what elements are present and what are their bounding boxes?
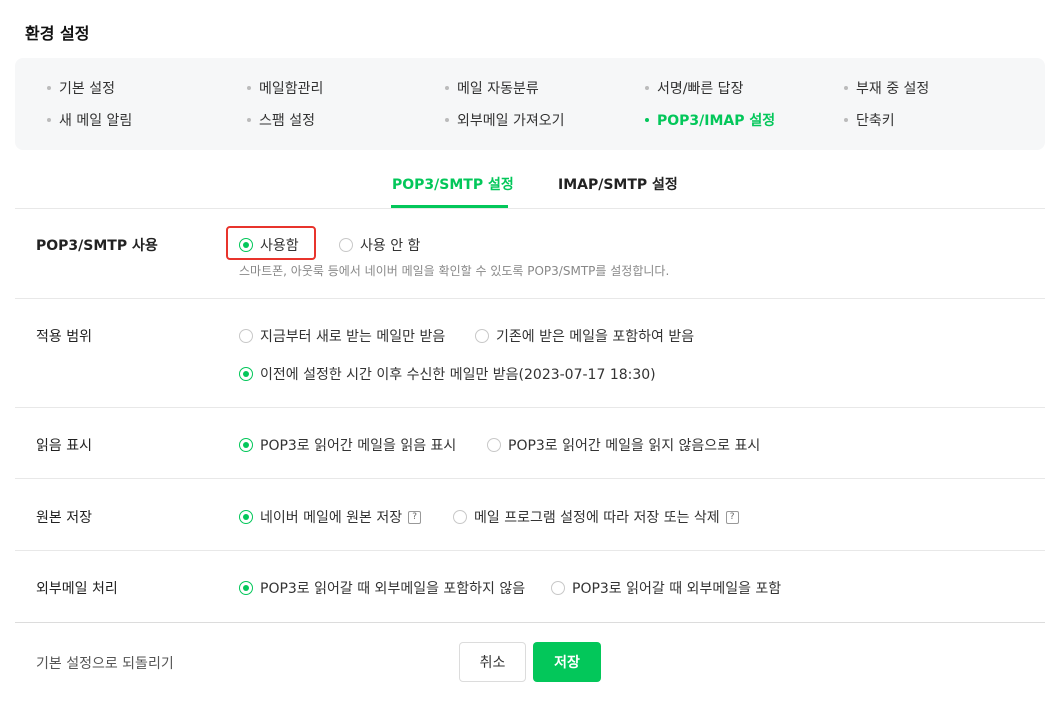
divider [15,208,1045,209]
menu-item-auto-classify[interactable]: 메일 자동분류 [445,78,539,98]
reset-defaults-link[interactable]: 기본 설정으로 되돌리기 [36,653,174,673]
menu-item-pop3-imap-settings[interactable]: POP3/IMAP 설정 [645,110,775,130]
bullet-icon [645,86,649,90]
radio-unchecked-icon [487,438,501,452]
radio-original-save-naver[interactable]: 네이버 메일에 원본 저장? [239,507,422,527]
settings-menu: 기본 설정 메일함관리 메일 자동분류 서명/빠른 답장 부재 중 설정 새 메… [15,58,1045,150]
radio-checked-icon [239,510,253,524]
cancel-button[interactable]: 취소 [459,642,526,682]
radio-scope-since-time[interactable]: 이전에 설정한 시간 이후 수신한 메일만 받음(2023-07-17 18:3… [239,364,656,384]
divider [15,550,1045,551]
bullet-icon [844,118,848,122]
bullet-icon [247,118,251,122]
divider [15,622,1045,623]
menu-item-absence-settings[interactable]: 부재 중 설정 [844,78,929,98]
bullet-icon [645,118,649,122]
radio-unchecked-icon [239,329,253,343]
radio-original-save-program[interactable]: 메일 프로그램 설정에 따라 저장 또는 삭제? [453,507,739,527]
radio-unchecked-icon [453,510,467,524]
radio-checked-icon [239,238,253,252]
menu-item-basic-settings[interactable]: 기본 설정 [47,78,115,98]
radio-use-enabled[interactable]: 사용함 [239,235,299,255]
radio-checked-icon [239,367,253,381]
tab-imap-smtp[interactable]: IMAP/SMTP 설정 [558,174,678,194]
radio-read-mark-read[interactable]: POP3로 읽어간 메일을 읽음 표시 [239,435,456,455]
bullet-icon [247,86,251,90]
save-button[interactable]: 저장 [533,642,601,682]
tab-pop3-smtp[interactable]: POP3/SMTP 설정 [392,174,514,194]
radio-unchecked-icon [551,581,565,595]
radio-external-include[interactable]: POP3로 읽어갈 때 외부메일을 포함 [551,578,781,598]
row-label-scope: 적용 범위 [36,329,92,345]
divider [15,298,1045,299]
bullet-icon [844,86,848,90]
bullet-icon [47,118,51,122]
radio-external-exclude[interactable]: POP3로 읽어갈 때 외부메일을 포함하지 않음 [239,578,525,598]
menu-item-shortcuts[interactable]: 단축키 [844,110,895,130]
radio-scope-include-existing[interactable]: 기존에 받은 메일을 포함하여 받음 [475,326,694,346]
page-title: 환경 설정 [25,24,90,43]
help-icon[interactable]: ? [725,510,739,524]
bullet-icon [445,86,449,90]
row-label-original-save: 원본 저장 [36,510,92,526]
radio-unchecked-icon [339,238,353,252]
menu-item-spam-settings[interactable]: 스팸 설정 [247,110,315,130]
radio-use-disabled[interactable]: 사용 안 함 [339,235,420,255]
radio-scope-new-only[interactable]: 지금부터 새로 받는 메일만 받음 [239,326,445,346]
menu-item-mailbox-management[interactable]: 메일함관리 [247,78,323,98]
radio-checked-icon [239,438,253,452]
row-label-external-mail: 외부메일 처리 [36,581,118,597]
menu-item-new-mail-alert[interactable]: 새 메일 알림 [47,110,132,130]
bullet-icon [445,118,449,122]
divider [15,407,1045,408]
menu-item-external-mail-import[interactable]: 외부메일 가져오기 [445,110,565,130]
divider [15,478,1045,479]
bullet-icon [47,86,51,90]
radio-checked-icon [239,581,253,595]
row-label-read-mark: 읽음 표시 [36,438,92,454]
radio-read-mark-unread[interactable]: POP3로 읽어간 메일을 읽지 않음으로 표시 [487,435,760,455]
menu-item-signature-quick-reply[interactable]: 서명/빠른 답장 [645,78,743,98]
radio-unchecked-icon [475,329,489,343]
row-label-pop3-use: POP3/SMTP 사용 [36,238,158,254]
help-icon[interactable]: ? [408,510,422,524]
pop3-description: 스마트폰, 아웃룩 등에서 네이버 메일을 확인할 수 있도록 POP3/SMT… [239,264,670,278]
